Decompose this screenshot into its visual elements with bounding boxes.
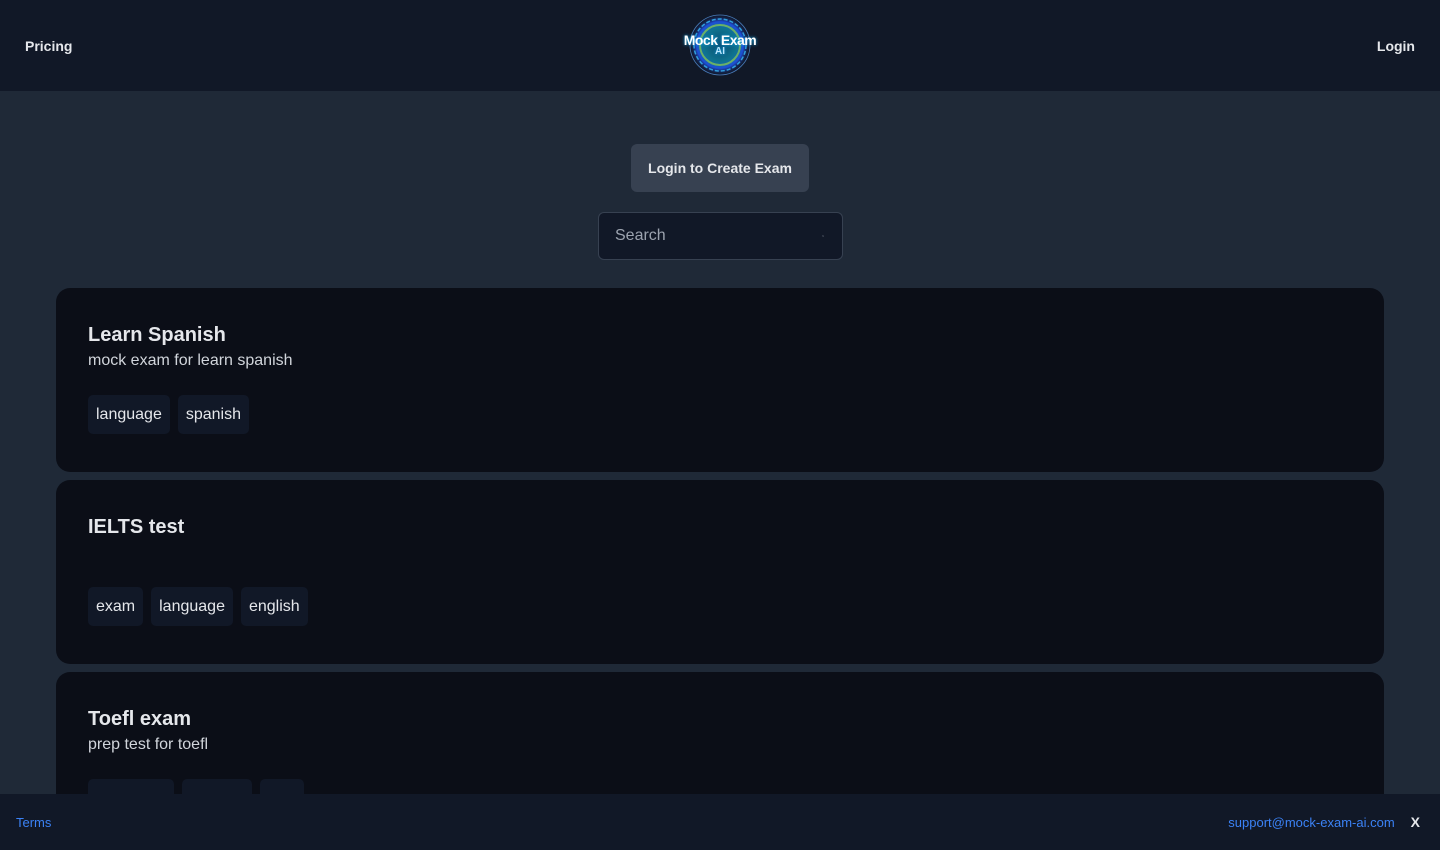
navbar: Pricing Mock Exam AI Login bbox=[0, 0, 1440, 91]
exam-title: Learn Spanish bbox=[88, 324, 226, 346]
tag[interactable] bbox=[260, 779, 304, 794]
pricing-link[interactable]: Pricing bbox=[25, 38, 72, 54]
exam-title: Toefl exam bbox=[88, 708, 191, 730]
exam-card[interactable]: Toefl exam prep test for toefl bbox=[56, 672, 1384, 794]
tag[interactable] bbox=[88, 779, 174, 794]
tag[interactable]: english bbox=[240, 587, 308, 626]
exam-card[interactable]: IELTS test exam language english bbox=[56, 480, 1384, 664]
logo-subtitle: AI bbox=[714, 46, 725, 57]
login-link[interactable]: Login bbox=[1377, 38, 1415, 54]
main-content: Login to Create Exam Learn Spanish mock … bbox=[0, 91, 1440, 794]
tag[interactable] bbox=[182, 779, 252, 794]
exam-title: IELTS test bbox=[88, 516, 185, 538]
logo-title: Mock Exam bbox=[683, 32, 757, 48]
exam-description: prep test for toefl bbox=[88, 736, 209, 753]
support-email-link[interactable]: support@mock-exam-ai.com bbox=[1228, 815, 1394, 830]
search-box bbox=[598, 212, 843, 260]
login-to-create-exam-button[interactable]: Login to Create Exam bbox=[631, 144, 809, 192]
tag[interactable]: exam bbox=[88, 587, 144, 626]
terms-link[interactable]: Terms bbox=[16, 815, 51, 830]
tag[interactable]: spanish bbox=[177, 395, 249, 434]
close-banner-button[interactable]: X bbox=[1411, 814, 1420, 830]
exam-card[interactable]: Learn Spanish mock exam for learn spanis… bbox=[56, 288, 1384, 472]
exam-description bbox=[88, 543, 1352, 563]
search-icon[interactable] bbox=[822, 229, 824, 243]
logo[interactable]: Mock Exam AI bbox=[678, 12, 762, 78]
tag[interactable]: language bbox=[88, 395, 170, 434]
tag[interactable]: language bbox=[151, 587, 233, 626]
tag-list: language spanish bbox=[88, 395, 1352, 434]
search-input[interactable] bbox=[599, 213, 822, 259]
footer-banner: Terms support@mock-exam-ai.com X bbox=[0, 794, 1440, 850]
tag-list bbox=[88, 779, 1352, 794]
exam-description: mock exam for learn spanish bbox=[88, 352, 293, 369]
tag-list: exam language english bbox=[88, 587, 1352, 626]
